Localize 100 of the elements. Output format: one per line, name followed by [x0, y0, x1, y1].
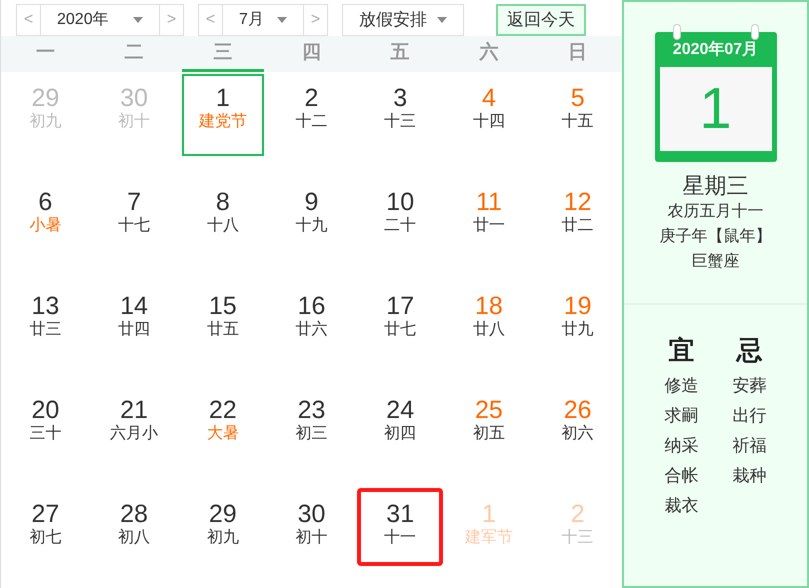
almanac-item: 修造	[664, 375, 698, 397]
day-number: 7	[127, 188, 142, 216]
weekday-label: 六	[478, 40, 500, 65]
lunar-date: 十八	[206, 216, 239, 236]
lunar-date: 初十	[295, 528, 328, 548]
day-cell[interactable]: 29 初九	[182, 490, 264, 572]
calendar-month: 2020年07月	[672, 41, 758, 59]
day-cell[interactable]: 12 廿二	[536, 178, 619, 260]
lunar-date: 廿七	[384, 320, 416, 340]
lunar-date: 初五	[472, 424, 505, 444]
day-number: 16	[298, 292, 326, 320]
day-cell[interactable]: 23 初三	[270, 386, 352, 468]
zodiac-sign: 巨蟹座	[692, 252, 740, 272]
lunar-date: 三十	[29, 424, 62, 444]
day-number: 10	[386, 188, 414, 216]
day-cell[interactable]: 4 十四	[448, 74, 530, 156]
lunar-date: 廿五	[206, 320, 239, 340]
day-cell[interactable]: 20 三十	[4, 386, 86, 468]
day-cell[interactable]: 26 初六	[536, 386, 619, 468]
day-number: 19	[564, 292, 592, 320]
day-cell[interactable]: 16 廿六	[270, 282, 352, 364]
day-number: 5	[570, 84, 585, 112]
lunar-date: 初八	[118, 528, 150, 548]
day-cell[interactable]: 8 十八	[182, 178, 264, 260]
holiday-dropdown[interactable]: 放假安排	[342, 4, 464, 36]
day-number: 18	[475, 292, 503, 320]
lunar-date: 初九	[29, 112, 62, 132]
day-cell[interactable]: 30 初十	[270, 490, 352, 572]
almanac-item: 出行	[732, 405, 766, 427]
day-cell[interactable]: 1 建党节	[182, 74, 264, 156]
lunar-date: 小暑	[29, 216, 62, 236]
day-cell[interactable]: 2 十二	[270, 74, 352, 156]
day-cell[interactable]: 6 小暑	[4, 178, 86, 260]
day-cell[interactable]: 11 廿一	[448, 178, 530, 260]
weekday-label: 三	[182, 36, 264, 72]
lunar-date: 廿四	[118, 320, 150, 340]
day-cell[interactable]: 17 廿七	[359, 282, 442, 364]
day-cell[interactable]: 5 十五	[536, 74, 619, 156]
day-cell[interactable]: 22 大暑	[182, 386, 264, 468]
day-cell[interactable]: 13 廿三	[4, 282, 86, 364]
day-cell[interactable]: 25 初五	[448, 386, 530, 468]
day-cell[interactable]: 15 廿五	[182, 282, 264, 364]
weekday-label: 二	[124, 41, 145, 65]
almanac-item: 纳采	[664, 435, 698, 457]
day-number: 22	[208, 396, 237, 424]
almanac-heading: 忌	[736, 334, 762, 367]
day-number: 28	[120, 500, 148, 528]
day-cell[interactable]: 10 二十	[359, 178, 442, 260]
day-cell[interactable]: 28 初八	[93, 490, 176, 572]
day-number: 29	[208, 500, 237, 528]
day-number: 6	[38, 188, 52, 216]
day-number: 25	[475, 396, 503, 424]
day-number: 30	[298, 500, 326, 528]
lunar-date: 农历五月十一	[668, 202, 764, 222]
today-button[interactable]: 返回今天	[496, 4, 586, 36]
almanac-item: 裁衣	[664, 495, 698, 517]
almanac-item: 求嗣	[664, 405, 698, 427]
lunar-date: 廿八	[472, 320, 505, 340]
day-cell[interactable]: 24 初四	[359, 386, 442, 468]
lunar-date: 廿二	[562, 216, 594, 236]
day-cell[interactable]: 7 十七	[93, 178, 176, 260]
day-cell[interactable]: 19 廿九	[536, 282, 619, 364]
lunar-date: 十五	[562, 112, 594, 132]
day-number: 14	[120, 292, 148, 320]
day-number: 1	[482, 500, 496, 528]
day-number: 17	[386, 292, 414, 320]
day-cell[interactable]: 9 十九	[270, 178, 352, 260]
day-number: 24	[386, 396, 414, 424]
day-cell[interactable]: 31 十一	[359, 490, 442, 572]
calendar-day: 1	[699, 80, 732, 138]
day-number: 11	[476, 188, 502, 216]
almanac-item: 安葬	[732, 375, 766, 397]
day-number: 4	[482, 84, 496, 112]
day-number: 29	[31, 84, 60, 112]
lunar-date: 十一	[384, 528, 416, 548]
lunar-date: 二十	[384, 216, 416, 236]
lunar-date: 初四	[384, 424, 416, 444]
day-number: 9	[304, 188, 318, 216]
lunar-date: 初九	[206, 528, 239, 548]
lunar-date: 六月小	[110, 424, 158, 444]
lunar-date: 廿三	[29, 320, 62, 340]
ring-icon	[750, 24, 758, 40]
caret-icon	[437, 17, 447, 23]
day-number: 12	[564, 188, 592, 216]
day-cell[interactable]: 27 初七	[4, 490, 86, 572]
day-number: 31	[386, 500, 414, 528]
day-cell[interactable]: 3 十三	[359, 74, 442, 156]
day-number: 2	[304, 84, 318, 112]
weekday-label: 日	[567, 41, 588, 65]
day-cell[interactable]: 21 六月小	[93, 386, 176, 468]
weekday: 星期三	[682, 172, 748, 200]
day-number: 23	[298, 396, 326, 424]
lunar-date: 初十	[118, 112, 150, 132]
lunar-date: 十三	[562, 528, 594, 548]
day-cell[interactable]: 18 廿八	[448, 282, 530, 364]
lunar-date: 十三	[384, 112, 416, 132]
lunar-date: 十二	[295, 112, 328, 132]
year-name: 庚子年【鼠年】	[660, 226, 772, 247]
weekday-label: 四	[300, 41, 322, 65]
day-cell[interactable]: 14 廿四	[93, 282, 176, 364]
